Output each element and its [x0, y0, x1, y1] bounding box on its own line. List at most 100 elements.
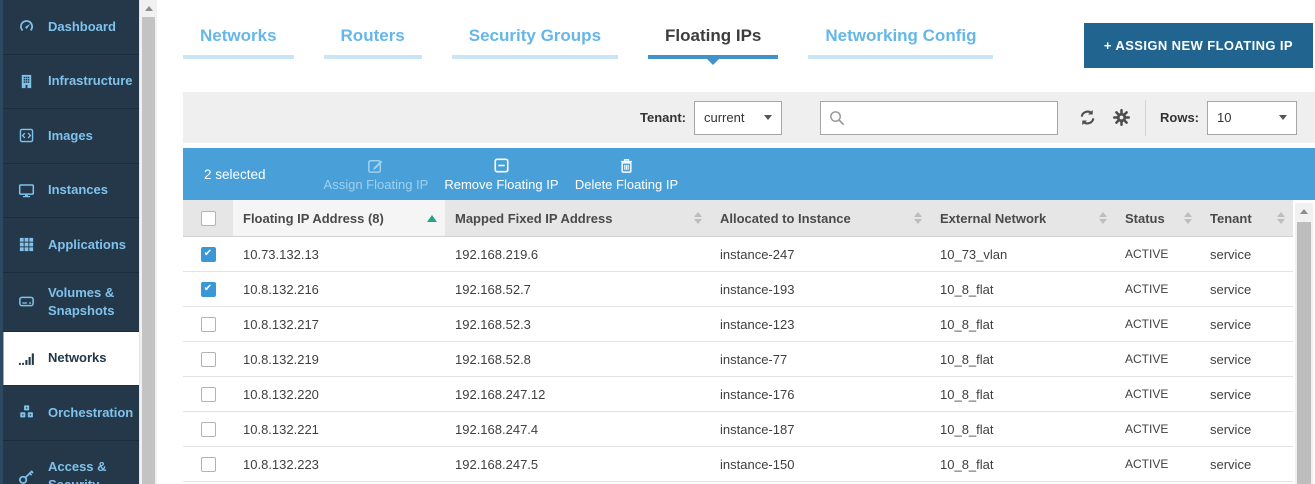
instances-icon — [18, 182, 35, 199]
cell-external-network: 10_8_flat — [930, 342, 1115, 376]
table-scrollbar[interactable] — [1295, 203, 1313, 484]
column-header-tenant[interactable]: Tenant — [1200, 200, 1293, 236]
sidebar-scrollbar-thumb[interactable] — [142, 17, 155, 484]
sidebar-item-orchestration[interactable]: Orchestration — [3, 386, 139, 441]
column-header-floating-ip-address-8[interactable]: Floating IP Address (8) — [233, 200, 445, 236]
cell-mapped-fixed-ip: 192.168.247.5 — [445, 447, 710, 481]
sort-arrows-icon — [1184, 212, 1192, 224]
tab-networking-config[interactable]: Networking Config — [808, 26, 993, 59]
cell-allocated-instance: instance-77 — [710, 342, 930, 376]
sidebar-item-infrastructure[interactable]: Infrastructure — [3, 55, 139, 110]
cell-allocated-instance: instance-247 — [710, 237, 930, 271]
access-icon — [18, 468, 35, 484]
table-body: 10.73.132.13 192.168.219.6 instance-247 … — [183, 237, 1293, 482]
cell-status: ACTIVE — [1115, 272, 1200, 306]
search-box — [820, 101, 1058, 135]
cell-status: ACTIVE — [1115, 342, 1200, 376]
sidebar-scrollbar[interactable] — [139, 0, 157, 484]
table-row[interactable]: 10.73.132.13 192.168.219.6 instance-247 … — [183, 237, 1293, 272]
select-all-checkbox[interactable] — [201, 211, 216, 226]
cell-mapped-fixed-ip: 192.168.247.12 — [445, 377, 710, 411]
cell-floating-ip: 10.8.132.216 — [233, 272, 445, 306]
row-checkbox[interactable] — [201, 352, 216, 367]
cell-floating-ip: 10.73.132.13 — [233, 237, 445, 271]
table-row[interactable]: 10.8.132.220 192.168.247.12 instance-176… — [183, 377, 1293, 412]
edit-icon — [367, 157, 384, 174]
sidebar-item-access-security[interactable]: Access & Security — [3, 441, 139, 484]
scroll-up-arrow-icon[interactable] — [145, 6, 153, 11]
column-header-status[interactable]: Status — [1115, 200, 1200, 236]
cell-mapped-fixed-ip: 192.168.52.3 — [445, 307, 710, 341]
remove-icon — [493, 157, 510, 174]
table-row[interactable]: 10.8.132.217 192.168.52.3 instance-123 1… — [183, 307, 1293, 342]
floating-ips-table: Floating IP Address (8) Mapped Fixed IP … — [183, 200, 1293, 482]
tab-floating-ips[interactable]: Floating IPs — [648, 26, 778, 59]
refresh-button[interactable] — [1078, 108, 1097, 127]
select-all-cell — [183, 200, 233, 236]
tenant-select[interactable]: current — [694, 101, 782, 135]
table-row[interactable]: 10.8.132.223 192.168.247.5 instance-150 … — [183, 447, 1293, 482]
toolbar-divider — [1145, 100, 1146, 136]
cell-external-network: 10_8_flat — [930, 377, 1115, 411]
bulk-action-bar: 2 selected Assign Floating IP Remove Flo… — [183, 148, 1315, 200]
dashboard-icon — [18, 18, 35, 35]
sidebar-item-instances[interactable]: Instances — [3, 164, 139, 219]
sidebar-item-volumes-snapshots[interactable]: Volumes & Snapshots — [3, 273, 139, 332]
row-checkbox[interactable] — [201, 387, 216, 402]
cell-status: ACTIVE — [1115, 447, 1200, 481]
search-input[interactable] — [820, 101, 1058, 135]
sidebar-item-applications[interactable]: Applications — [3, 218, 139, 273]
action-assign-floating-ip[interactable]: Assign Floating IP — [316, 157, 437, 192]
row-checkbox[interactable] — [201, 317, 216, 332]
row-checkbox[interactable] — [201, 247, 216, 262]
scroll-up-arrow-icon[interactable] — [1300, 209, 1308, 214]
selected-count: 2 selected — [204, 167, 266, 182]
cell-allocated-instance: instance-187 — [710, 412, 930, 446]
assign-new-floating-ip-button[interactable]: + ASSIGN NEW FLOATING IP — [1084, 23, 1313, 68]
action-remove-floating-ip[interactable]: Remove Floating IP — [436, 157, 566, 192]
rows-label: Rows: — [1160, 110, 1199, 125]
cell-floating-ip: 10.8.132.217 — [233, 307, 445, 341]
tab-routers[interactable]: Routers — [324, 26, 422, 59]
cell-tenant: service — [1200, 237, 1293, 271]
cell-external-network: 10_8_flat — [930, 272, 1115, 306]
networks-icon — [18, 350, 35, 367]
sidebar-item-networks[interactable]: Networks — [0, 332, 139, 387]
sidebar-item-images[interactable]: Images — [3, 109, 139, 164]
sort-arrows-icon — [914, 212, 922, 224]
row-checkbox[interactable] — [201, 457, 216, 472]
orchestration-icon — [18, 404, 35, 421]
cell-allocated-instance: instance-176 — [710, 377, 930, 411]
row-checkbox[interactable] — [201, 422, 216, 437]
sort-arrows-icon — [694, 212, 702, 224]
cell-allocated-instance: instance-150 — [710, 447, 930, 481]
cell-allocated-instance: instance-193 — [710, 272, 930, 306]
sidebar-item-dashboard[interactable]: Dashboard — [3, 0, 139, 55]
tab-security-groups[interactable]: Security Groups — [452, 26, 618, 59]
cell-floating-ip: 10.8.132.223 — [233, 447, 445, 481]
table-scrollbar-thumb[interactable] — [1297, 222, 1311, 484]
rows-select[interactable]: 10 — [1207, 101, 1297, 135]
cell-tenant: service — [1200, 447, 1293, 481]
images-icon — [18, 127, 35, 144]
search-icon — [828, 109, 845, 126]
chevron-down-icon — [764, 115, 772, 120]
cell-external-network: 10_8_flat — [930, 412, 1115, 446]
cell-floating-ip: 10.8.132.219 — [233, 342, 445, 376]
row-checkbox[interactable] — [201, 282, 216, 297]
cell-tenant: service — [1200, 272, 1293, 306]
app-window: Dashboard Infrastructure Images Instance… — [0, 0, 1315, 484]
rows-select-value: 10 — [1217, 110, 1231, 125]
column-header-external-network[interactable]: External Network — [930, 200, 1115, 236]
column-header-mapped-fixed-ip-address[interactable]: Mapped Fixed IP Address — [445, 200, 710, 236]
column-header-allocated-to-instance[interactable]: Allocated to Instance — [710, 200, 930, 236]
table-row[interactable]: 10.8.132.221 192.168.247.4 instance-187 … — [183, 412, 1293, 447]
tab-bar: Networks Routers Security Groups Floatin… — [183, 26, 993, 59]
table-row[interactable]: 10.8.132.219 192.168.52.8 instance-77 10… — [183, 342, 1293, 377]
table-row[interactable]: 10.8.132.216 192.168.52.7 instance-193 1… — [183, 272, 1293, 307]
action-delete-floating-ip[interactable]: Delete Floating IP — [567, 157, 687, 192]
trash-icon — [618, 157, 635, 174]
applications-icon — [18, 236, 35, 253]
tab-networks[interactable]: Networks — [183, 26, 294, 59]
settings-button[interactable] — [1112, 108, 1131, 127]
